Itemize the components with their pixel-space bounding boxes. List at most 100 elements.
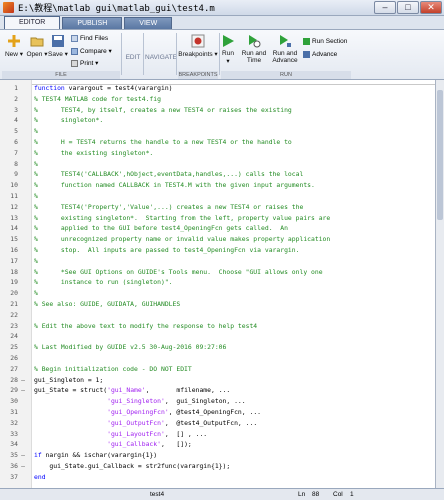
window-title: E:\教程\matlab gui\matlab_gui\test4.m	[18, 4, 215, 14]
code-line[interactable]: 14 % applied to the GUI before test4_Open…	[0, 223, 435, 233]
code-line[interactable]: 22	[0, 310, 435, 320]
breakpoint-marker[interactable]: —	[20, 450, 26, 460]
tab-publish[interactable]: PUBLISH	[62, 17, 123, 29]
code-line[interactable]: 24	[0, 331, 435, 341]
scrollbar-thumb[interactable]	[437, 90, 443, 220]
advance-button[interactable]: Advance	[303, 51, 337, 58]
line-number: 35	[10, 451, 18, 460]
vertical-scrollbar[interactable]	[436, 80, 444, 488]
code-line[interactable]: 11%	[0, 191, 435, 201]
code-line[interactable]: 31 'gui_OpeningFcn', @test4_OpeningFcn, …	[0, 407, 435, 417]
line-number: 20	[10, 289, 18, 298]
breakpoints-button[interactable]: Breakpoints ▾	[178, 34, 218, 58]
code-text: % TEST4('Property','Value',...) creates …	[34, 202, 304, 211]
code-editor[interactable]: 1 function varargout = test4(varargin) 2% …	[0, 80, 436, 488]
run-section-icon	[303, 38, 310, 45]
code-line[interactable]: 17%	[0, 256, 435, 266]
compare-button[interactable]: Compare ▾	[71, 47, 112, 55]
find-files-button[interactable]: Find Files	[71, 35, 108, 42]
code-text: 'gui_Singleton', gui_Singleton, ...	[107, 397, 246, 406]
run-button[interactable]: Run ▾	[221, 34, 235, 65]
minimize-button[interactable]: –	[374, 1, 396, 14]
code-line[interactable]: 3 % TEST4, by itself, creates a new TEST4…	[0, 105, 435, 115]
ribbon-tabs: EDITOR PUBLISH VIEW	[0, 16, 444, 30]
line-number: 15	[10, 235, 18, 244]
line-number: 13	[10, 213, 18, 222]
open-button[interactable]: Open ▾	[26, 34, 48, 58]
code-line[interactable]: 23 % Edit the above text to modify the re…	[0, 321, 435, 331]
code-line[interactable]: 8%	[0, 159, 435, 169]
breakpoint-marker[interactable]: —	[20, 461, 26, 471]
status-line-label: Ln	[298, 491, 306, 498]
ribbon-toolbar: New ▾ Open ▾ Save ▾ Find Files Compare ▾…	[0, 30, 444, 80]
print-button[interactable]: Print ▾	[71, 59, 98, 67]
code-line[interactable]: 19 % instance to run (singleton)".	[0, 277, 435, 287]
run-and-time-button[interactable]: Run and Time	[241, 34, 267, 64]
code-text: %	[34, 127, 38, 136]
line-number: 32	[10, 418, 18, 427]
code-line[interactable]: 5%	[0, 126, 435, 136]
code-line[interactable]: 6 % H = TEST4 returns the handle to a new…	[0, 137, 435, 147]
code-line[interactable]: 32 'gui_OutputFcn', @test4_OutputFcn, ..…	[0, 418, 435, 428]
run-and-advance-button[interactable]: Run and Advance	[270, 34, 300, 64]
group-label-breakpoints: BREAKPOINTS	[178, 71, 218, 79]
code-line[interactable]: 33 'gui_LayoutFcn', [] , ...	[0, 429, 435, 439]
code-text: end	[34, 472, 46, 481]
tab-editor[interactable]: EDITOR	[4, 16, 61, 29]
code-line[interactable]: 21 % See also: GUIDE, GUIDATA, GUIHANDLES	[0, 299, 435, 309]
close-button[interactable]: ✕	[420, 1, 442, 14]
status-col-number: 1	[350, 491, 354, 498]
code-line[interactable]: 37 end	[0, 472, 435, 482]
code-text: 'gui_Callback', []);	[107, 440, 192, 449]
code-line[interactable]: 20%	[0, 288, 435, 298]
code-line[interactable]: 26	[0, 353, 435, 363]
code-line[interactable]: 30 'gui_Singleton', gui_Singleton, ...	[0, 396, 435, 406]
code-line[interactable]: 15 % unrecognized property name or invali…	[0, 234, 435, 244]
line-number: 4	[14, 116, 18, 125]
code-line[interactable]: 13 % existing singleton*. Starting from t…	[0, 213, 435, 223]
code-text: % existing singleton*. Starting from the…	[34, 213, 331, 222]
code-line[interactable]: 4 % singleton*.	[0, 115, 435, 125]
breakpoint-marker[interactable]: —	[20, 375, 26, 385]
line-number: 9	[14, 170, 18, 179]
navigate-group-button[interactable]: NAVIGATE	[145, 54, 177, 61]
code-text: if nargin && ischar(varargin{1})	[34, 451, 158, 460]
run-section-button[interactable]: Run Section	[303, 38, 347, 45]
breakpoint-icon	[191, 34, 205, 48]
code-line[interactable]: 28— gui_Singleton = 1;	[0, 375, 435, 385]
code-line[interactable]: 18 % *See GUI Options on GUIDE's Tools me…	[0, 267, 435, 277]
code-line[interactable]: 9 % TEST4('CALLBACK',hObject,eventData,ha…	[0, 169, 435, 179]
code-line[interactable]: 36— gui_State.gui_Callback = str2func(va…	[0, 461, 435, 471]
breakpoint-marker[interactable]: —	[20, 385, 26, 395]
edit-group-button[interactable]: EDIT	[124, 54, 142, 61]
group-label-file: FILE	[2, 71, 120, 79]
line-number: 27	[10, 364, 18, 373]
new-file-icon	[8, 35, 20, 47]
advance-icon	[303, 51, 310, 58]
tab-view[interactable]: VIEW	[124, 17, 173, 29]
find-files-icon	[71, 35, 78, 42]
code-line[interactable]: 12 % TEST4('Property','Value',...) create…	[0, 202, 435, 212]
code-line[interactable]: 16 % stop. All inputs are passed to test4…	[0, 245, 435, 255]
maximize-button[interactable]: □	[397, 1, 419, 14]
code-line[interactable]: 7 % the existing singleton*.	[0, 148, 435, 158]
code-line[interactable]: 2 % TEST4 MATLAB code for test4.fig	[0, 94, 435, 104]
code-line[interactable]: 34 'gui_Callback', []);	[0, 439, 435, 449]
line-number: 24	[10, 332, 18, 341]
line-number: 25	[10, 343, 18, 352]
ribbon-separator	[143, 33, 144, 75]
code-line[interactable]: 35— if nargin && ischar(varargin{1})	[0, 450, 435, 460]
code-line[interactable]: 10 % function named CALLBACK in TEST4.M w…	[0, 180, 435, 190]
code-text: % *See GUI Options on GUIDE's Tools menu…	[34, 267, 323, 276]
code-line[interactable]: 25 % Last Modified by GUIDE v2.5 30-Aug-2…	[0, 342, 435, 352]
code-text: % TEST4('CALLBACK',hObject,eventData,han…	[34, 170, 304, 179]
line-number: 5	[14, 127, 18, 136]
code-line[interactable]: 29— gui_State = struct('gui_Name', mfilen…	[0, 385, 435, 395]
code-text: % See also: GUIDE, GUIDATA, GUIHANDLES	[34, 300, 181, 308]
line-number: 18	[10, 267, 18, 276]
code-text: % Edit the above text to modify the resp…	[34, 321, 258, 330]
save-button[interactable]: Save ▾	[48, 34, 68, 58]
new-button[interactable]: New ▾	[4, 34, 24, 58]
code-line[interactable]: 27 % Begin initialization code - DO NOT E…	[0, 364, 435, 374]
compare-icon	[71, 47, 78, 55]
